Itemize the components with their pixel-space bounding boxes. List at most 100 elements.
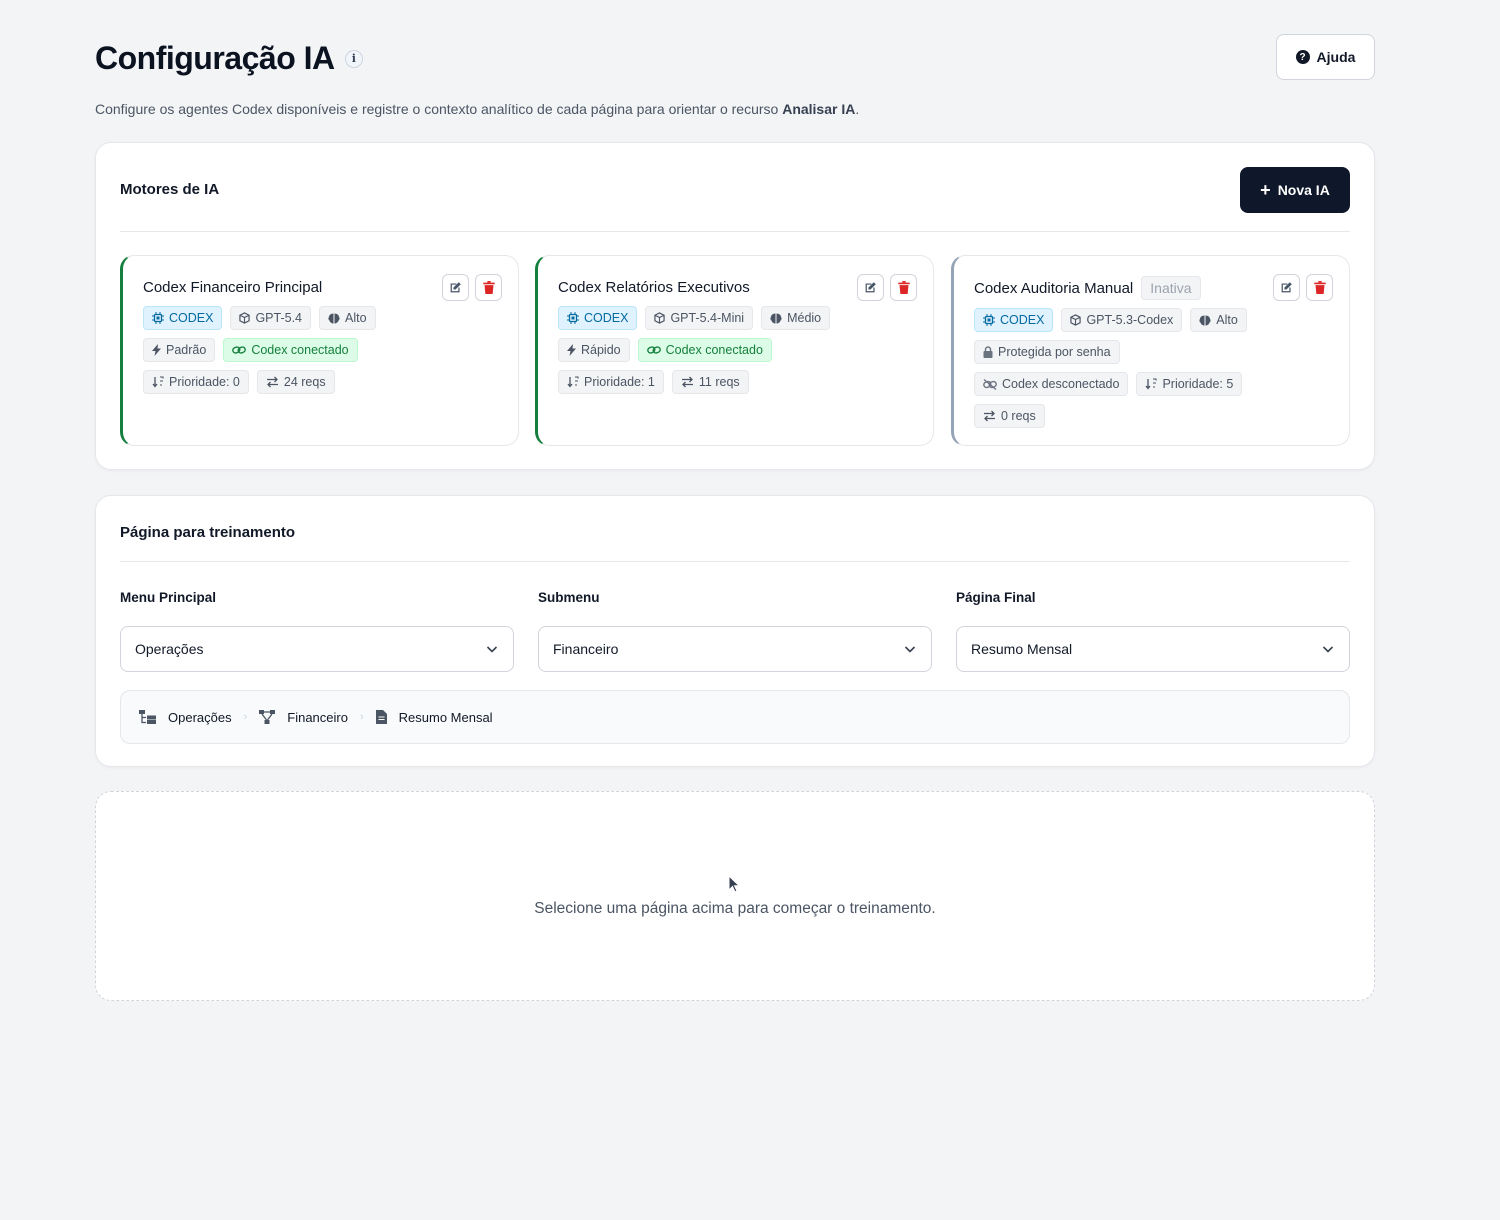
edit-icon	[1281, 282, 1292, 293]
connection-text: Codex conectado	[251, 343, 349, 357]
priority-tag: Prioridade: 1	[558, 370, 664, 394]
trash-icon	[482, 281, 495, 294]
help-button-label: Ajuda	[1316, 49, 1356, 65]
engine-tags: CODEX GPT-5.4-Mini Médio Rápido Codex co…	[558, 306, 858, 394]
engines-section-title: Motores de IA	[120, 181, 220, 198]
sort-icon	[1145, 378, 1158, 390]
brain-icon	[328, 313, 340, 323]
empty-state-message: Selecione uma página acima para começar …	[534, 900, 936, 917]
submenu-label: Submenu	[538, 590, 600, 605]
engine-card[interactable]: Codex Relatórios Executivos CODEX GPT-5.…	[535, 255, 934, 446]
edit-button[interactable]	[442, 274, 469, 301]
requests-text: 0 reqs	[1001, 409, 1036, 423]
final-page-label: Página Final	[956, 590, 1036, 605]
engine-card[interactable]: Codex Financeiro Principal CODEX GPT-5.4…	[120, 255, 519, 446]
chevron-down-icon	[1322, 646, 1334, 653]
requests-tag: 0 reqs	[974, 404, 1045, 428]
delete-button[interactable]	[475, 274, 502, 301]
reasoning-tag: Alto	[1190, 308, 1247, 332]
edit-button[interactable]	[857, 274, 884, 301]
engine-name-text: Codex Relatórios Executivos	[558, 278, 750, 296]
mode-text: Padrão	[166, 343, 207, 357]
breadcrumb: Operações › Financeiro › Resumo Mensal	[120, 690, 1350, 744]
priority-text: Prioridade: 1	[584, 375, 655, 389]
menu-label: Menu Principal	[120, 590, 217, 605]
engine-card[interactable]: Codex Auditoria Manual Inativa CODEX GPT…	[951, 255, 1350, 446]
sort-icon	[152, 376, 164, 388]
model-tag: GPT-5.4-Mini	[645, 306, 754, 330]
requests-text: 24 reqs	[283, 375, 326, 389]
connection-text: Codex conectado	[665, 343, 763, 357]
cube-icon	[1070, 314, 1082, 326]
requests-tag: 11 reqs	[671, 370, 749, 394]
brain-icon	[770, 313, 782, 323]
link-icon	[646, 346, 661, 354]
exchange-icon	[266, 376, 278, 388]
engine-actions	[442, 274, 502, 301]
engine-actions	[1273, 274, 1333, 301]
menu-select[interactable]: Operações	[120, 626, 514, 672]
new-ia-button[interactable]: + Nova IA	[1240, 167, 1350, 213]
question-icon: ?	[1295, 50, 1310, 64]
edit-icon	[865, 282, 876, 293]
engine-tags: CODEX GPT-5.3-Codex Alto Protegida por s…	[974, 308, 1294, 428]
provider-text: CODEX	[1000, 313, 1045, 327]
model-text: GPT-5.4-Mini	[670, 311, 745, 325]
chevron-down-icon	[904, 646, 916, 653]
model-text: GPT-5.3-Codex	[1086, 313, 1174, 327]
edit-button[interactable]	[1273, 274, 1300, 301]
breadcrumb-item-page: Resumo Mensal	[375, 709, 493, 725]
connection-tag: Codex conectado	[223, 338, 358, 362]
new-ia-button-label: Nova IA	[1277, 182, 1330, 198]
submenu-select[interactable]: Financeiro	[538, 626, 932, 672]
mode-tag: Padrão	[143, 338, 216, 362]
help-button[interactable]: ? Ajuda	[1276, 34, 1375, 80]
delete-button[interactable]	[1306, 274, 1333, 301]
connection-tag: Codex desconectado	[974, 372, 1129, 396]
sitemap-icon	[139, 710, 156, 724]
trash-icon	[897, 281, 910, 294]
training-card: Página para treinamento Menu Principal O…	[95, 495, 1375, 767]
plus-icon: +	[1260, 180, 1271, 200]
subtitle-suffix: .	[855, 101, 860, 117]
empty-state: Selecione uma página acima para começar …	[95, 791, 1375, 1001]
mode-text: Rápido	[581, 343, 621, 357]
provider-text: CODEX	[584, 311, 629, 325]
reasoning-text: Alto	[1216, 313, 1238, 327]
final-page-select[interactable]: Resumo Mensal	[956, 626, 1350, 672]
provider-tag: CODEX	[558, 306, 638, 330]
breadcrumb-separator: ›	[359, 711, 364, 723]
subtitle-bold-text: Analisar IA	[782, 101, 856, 117]
provider-text: CODEX	[169, 311, 214, 325]
status-badge: Inativa	[1141, 276, 1201, 300]
page-title: Configuração IA i	[95, 40, 363, 77]
breadcrumb-text: Resumo Mensal	[398, 709, 493, 725]
cube-icon	[654, 312, 666, 324]
training-card-header: Página para treinamento	[120, 496, 1350, 562]
reasoning-tag: Alto	[319, 306, 376, 330]
submenu-select-value: Financeiro	[553, 641, 619, 657]
link-icon	[232, 346, 247, 354]
chevron-down-icon	[486, 646, 498, 653]
model-tag: GPT-5.4	[230, 306, 311, 330]
priority-tag: Prioridade: 0	[143, 370, 249, 394]
reasoning-text: Alto	[345, 311, 367, 325]
provider-tag: CODEX	[143, 306, 223, 330]
lock-icon	[983, 346, 993, 358]
unlink-icon	[983, 378, 997, 390]
chip-icon	[152, 312, 164, 324]
chip-icon	[567, 312, 579, 324]
engine-name-text: Codex Financeiro Principal	[143, 278, 323, 296]
breadcrumb-item-submenu: Financeiro	[259, 710, 348, 725]
final-page-select-value: Resumo Mensal	[971, 641, 1073, 657]
requests-tag: 24 reqs	[256, 370, 335, 394]
model-tag: GPT-5.3-Codex	[1061, 308, 1183, 332]
delete-button[interactable]	[890, 274, 917, 301]
protection-text: Protegida por senha	[998, 345, 1111, 359]
breadcrumb-text: Operações	[168, 709, 232, 725]
engines-card-header: Motores de IA + Nova IA	[120, 143, 1350, 232]
trash-icon	[1313, 281, 1326, 294]
priority-text: Prioridade: 5	[1162, 377, 1234, 391]
connection-tag: Codex conectado	[637, 338, 772, 362]
info-icon[interactable]: i	[344, 49, 363, 68]
